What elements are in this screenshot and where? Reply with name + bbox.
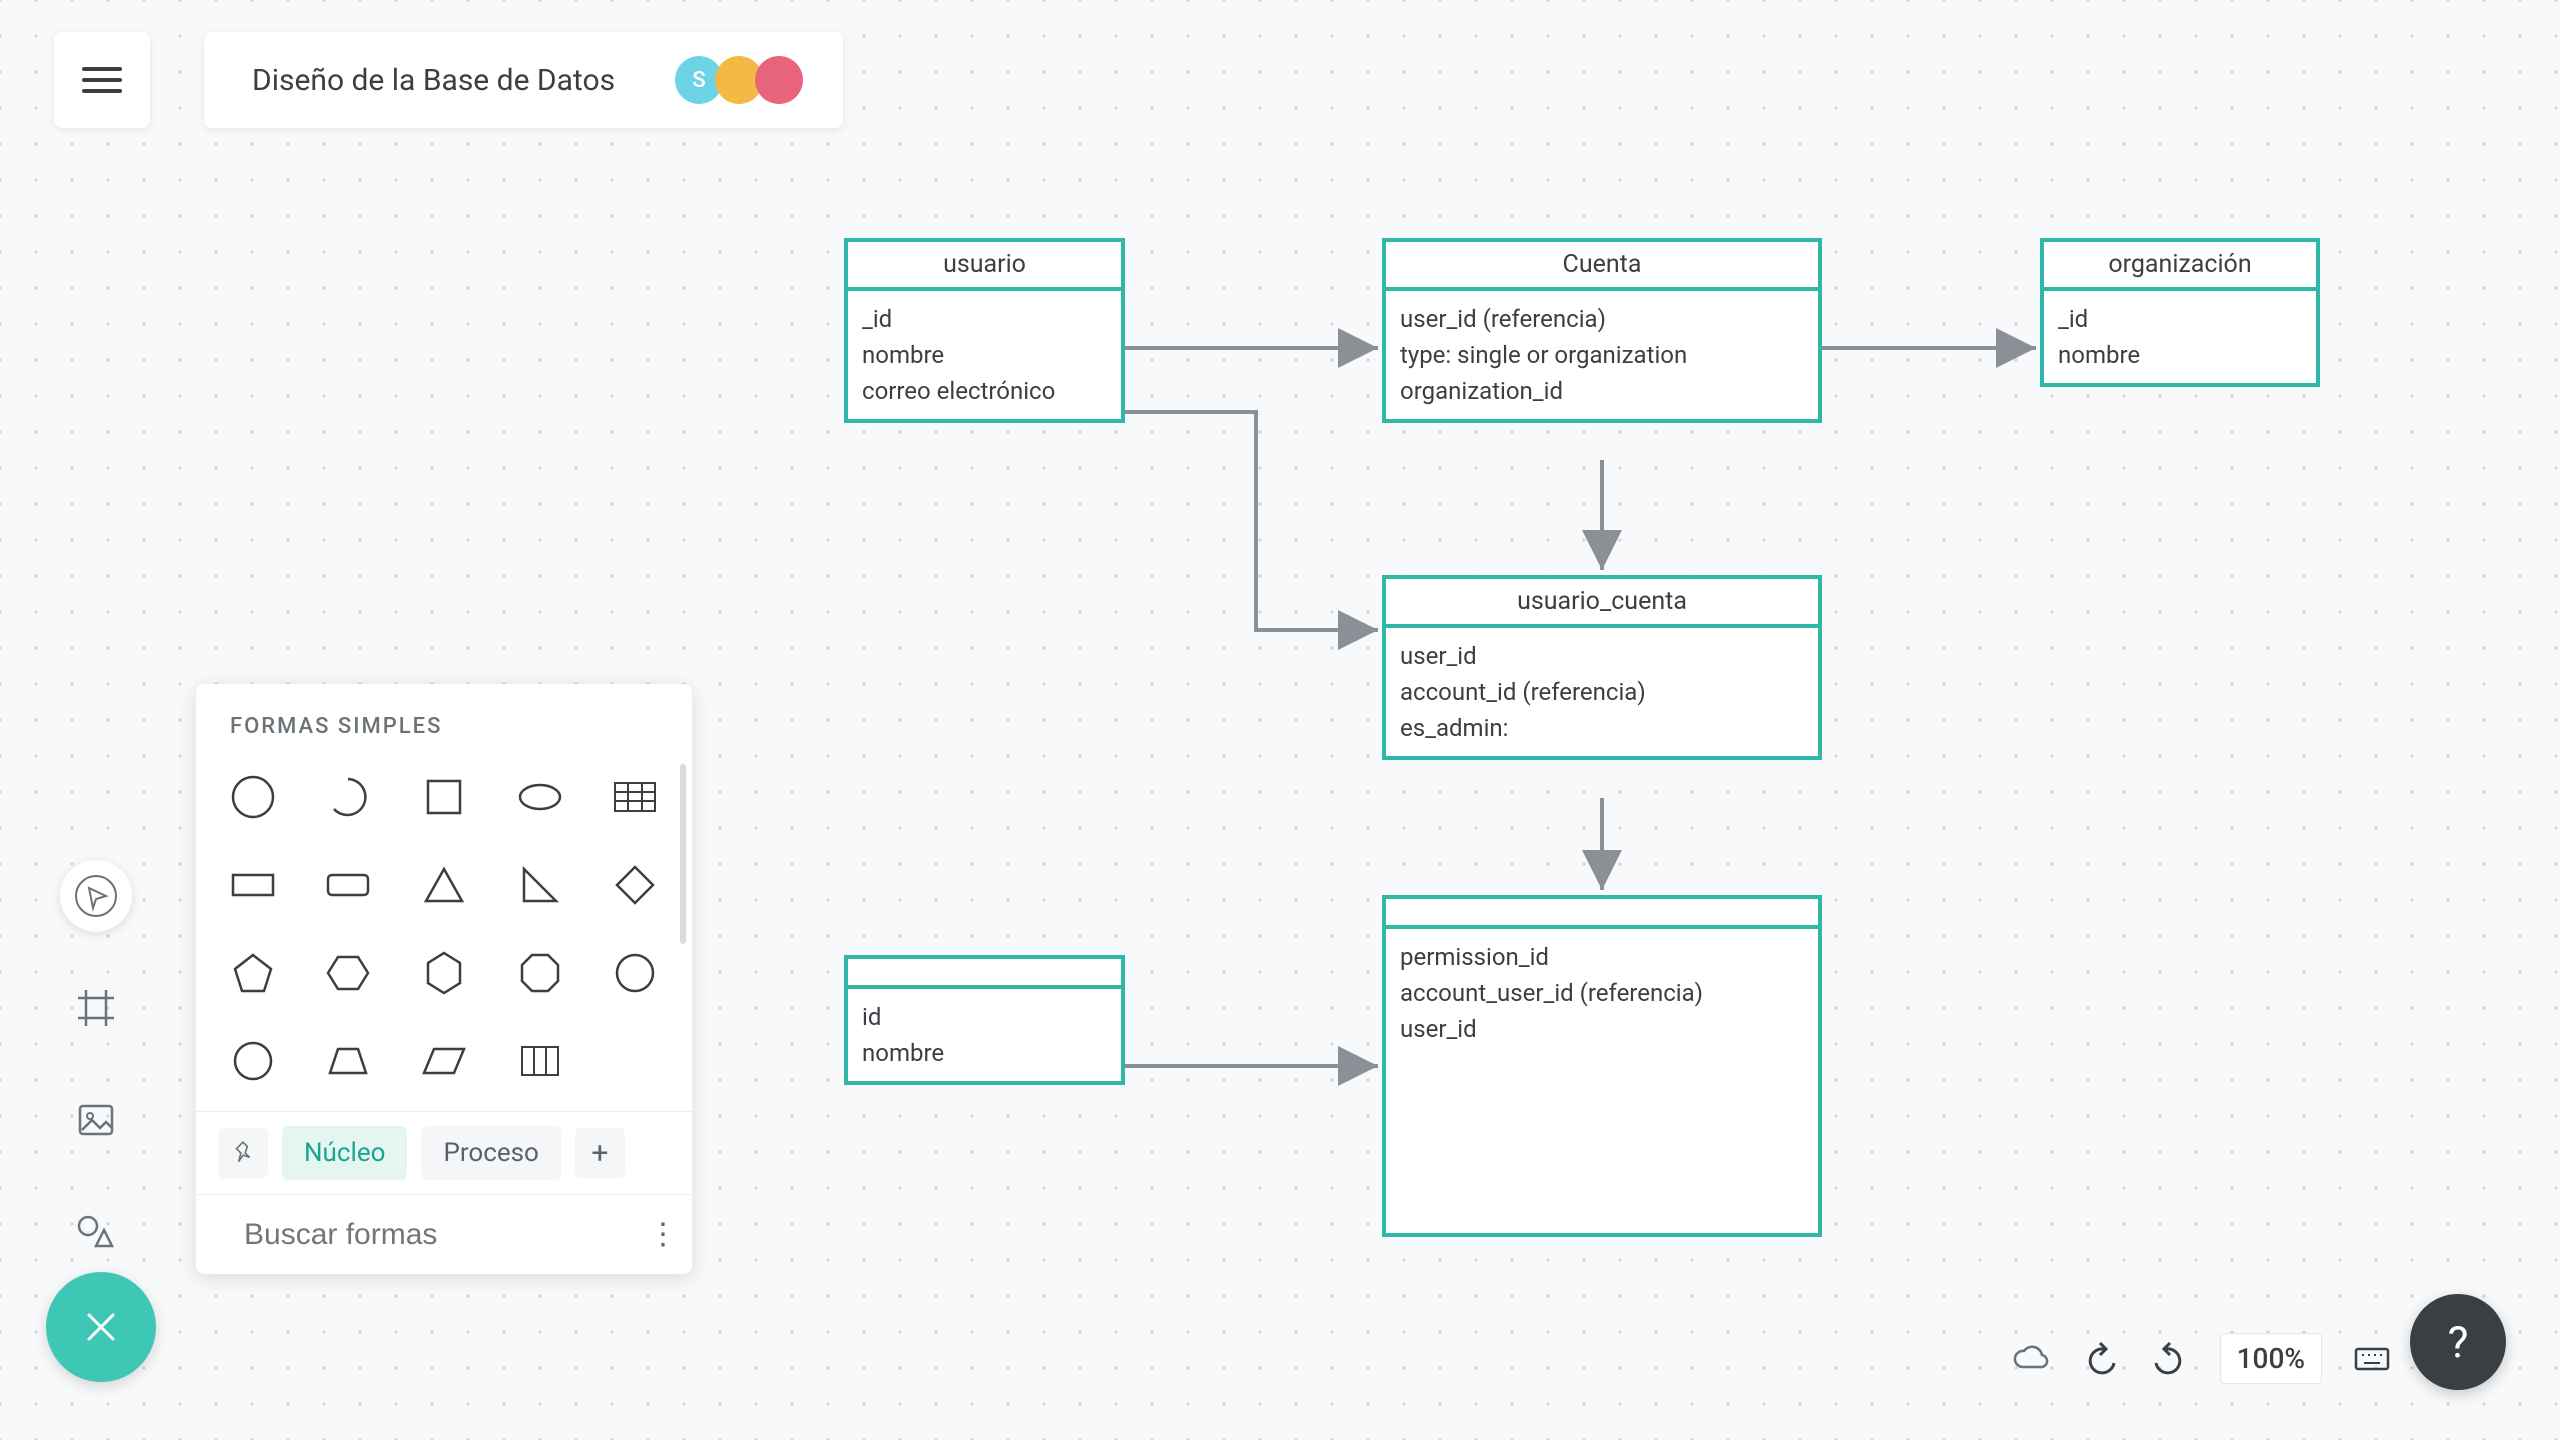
shape-grid[interactable]: [507, 1031, 573, 1091]
redo-button[interactable]: [2150, 1339, 2190, 1379]
shape-circle[interactable]: [220, 767, 286, 827]
undo-icon: [2080, 1339, 2120, 1379]
scrollbar[interactable]: [680, 764, 686, 944]
shape-right-triangle[interactable]: [507, 855, 573, 915]
shape-octagon[interactable]: [507, 943, 573, 1003]
shapes-icon: [74, 1210, 118, 1254]
title-bar: Diseño de la Base de Datos S: [204, 32, 843, 128]
shape-table[interactable]: [602, 767, 668, 827]
shape-decagon[interactable]: [220, 1031, 286, 1091]
zoom-level[interactable]: 100%: [2220, 1333, 2322, 1384]
image-tool[interactable]: [60, 1084, 132, 1156]
entity-usuario[interactable]: usuario _id nombre correo electrónico: [844, 238, 1125, 423]
add-tab-button[interactable]: +: [575, 1128, 625, 1178]
search-menu-button[interactable]: ⋮: [648, 1217, 678, 1252]
shape-ellipse[interactable]: [507, 767, 573, 827]
frame-tool[interactable]: [60, 972, 132, 1044]
shape-parallelogram[interactable]: [411, 1031, 477, 1091]
document-title[interactable]: Diseño de la Base de Datos: [252, 63, 615, 98]
shape-diamond[interactable]: [602, 855, 668, 915]
tab-proceso[interactable]: Proceso: [421, 1126, 560, 1180]
shape-rectangle[interactable]: [220, 855, 286, 915]
shape-trapezoid[interactable]: [316, 1031, 382, 1091]
undo-button[interactable]: [2080, 1339, 2120, 1379]
collaborator-avatars[interactable]: S: [675, 56, 803, 104]
shape-rounded-rect[interactable]: [316, 855, 382, 915]
cloud-sync-button[interactable]: [2010, 1339, 2050, 1379]
hamburger-icon: [82, 65, 122, 95]
close-panel-button[interactable]: [46, 1272, 156, 1382]
entity-usuario-cuenta[interactable]: usuario_cuenta user_id account_id (refer…: [1382, 575, 1822, 760]
entity-permiso[interactable]: id nombre: [844, 955, 1125, 1085]
shapes-tool[interactable]: [60, 860, 132, 932]
shapes-panel-heading: FORMAS SIMPLES: [196, 684, 692, 759]
frame-icon: [74, 986, 118, 1030]
search-input[interactable]: [244, 1218, 630, 1252]
shape-arc[interactable]: [316, 767, 382, 827]
keyboard-icon: [2352, 1339, 2392, 1379]
avatar[interactable]: [755, 56, 803, 104]
shapes-panel: FORMAS SIMPLES Núcleo Proceso + ⋮: [196, 684, 692, 1274]
shape-square[interactable]: [411, 767, 477, 827]
entity-organizacion[interactable]: organización _id nombre: [2040, 238, 2320, 387]
keyboard-button[interactable]: [2352, 1339, 2392, 1379]
shape-triangle[interactable]: [411, 855, 477, 915]
pin-button[interactable]: [218, 1128, 268, 1178]
more-shapes-tool[interactable]: [60, 1196, 132, 1268]
cursor-star-icon: [74, 874, 118, 918]
shape-nonagon[interactable]: [602, 943, 668, 1003]
pin-icon: [230, 1140, 256, 1166]
cloud-icon: [2010, 1339, 2050, 1379]
shape-hexagon[interactable]: [316, 943, 382, 1003]
shape-pentagon[interactable]: [220, 943, 286, 1003]
close-icon: [83, 1309, 119, 1345]
entity-permiso-usuario[interactable]: permission_id account_user_id (referenci…: [1382, 895, 1822, 1237]
image-icon: [74, 1098, 118, 1142]
entity-cuenta[interactable]: Cuenta user_id (referencia) type: single…: [1382, 238, 1822, 423]
menu-button[interactable]: [54, 32, 150, 128]
shape-hex-vert[interactable]: [411, 943, 477, 1003]
tab-nucleo[interactable]: Núcleo: [282, 1126, 407, 1180]
help-button[interactable]: ?: [2410, 1294, 2506, 1390]
redo-icon: [2150, 1339, 2190, 1379]
